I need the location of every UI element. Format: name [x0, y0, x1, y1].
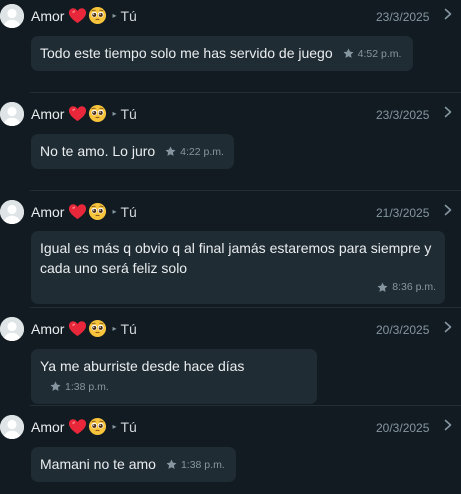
sender-line: Amor ▸ Tú	[31, 202, 137, 221]
message-date: 20/3/2025	[376, 421, 430, 435]
message-header[interactable]: Amor ▸ Tú 23/3/2025	[0, 2, 461, 32]
chevron-right-icon[interactable]	[442, 105, 454, 119]
recipient-name: Tú	[120, 7, 137, 24]
sender-line: Amor ▸ Tú	[31, 6, 137, 25]
starred-message-item[interactable]: Amor ▸ Tú 21/3/2025 Igual es más q obvio q a…	[0, 198, 461, 304]
starred-message-item[interactable]: Amor ▸ Tú 20/3/2025 Mamani no te amo 1:38 p.m…	[0, 413, 461, 494]
sender-line: Amor ▸ Tú	[31, 319, 137, 338]
message-meta: 4:52 p.m.	[343, 44, 402, 64]
starred-message-item[interactable]: Amor ▸ Tú 20/3/2025 Ya me aburriste desde ha…	[0, 315, 461, 405]
message-text: No te amo. Lo juro	[40, 143, 156, 159]
star-icon	[343, 48, 358, 59]
sender-line: Amor ▸ Tú	[31, 417, 137, 436]
message-divider	[30, 190, 461, 191]
message-divider	[30, 405, 461, 406]
play-arrow-icon: ▸	[112, 207, 117, 216]
message-date: 23/3/2025	[376, 108, 430, 122]
message-date: 21/3/2025	[376, 206, 430, 220]
starred-message-item[interactable]: Amor ▸ Tú 23/3/2025 No te amo. Lo juro 4:22 p…	[0, 100, 461, 190]
message-header[interactable]: Amor ▸ Tú 23/3/2025	[0, 100, 461, 130]
avatar	[0, 4, 24, 28]
star-icon	[50, 381, 65, 392]
star-icon	[165, 146, 180, 157]
message-header[interactable]: Amor ▸ Tú 20/3/2025	[0, 315, 461, 345]
recipient-name: Tú	[120, 320, 137, 337]
message-meta: 8:36 p.m.	[40, 277, 436, 297]
pleading-face-emoji	[88, 319, 107, 338]
recipient-name: Tú	[120, 203, 137, 220]
sender-name: Amor	[31, 418, 65, 435]
message-header[interactable]: Amor ▸ Tú 21/3/2025	[0, 198, 461, 228]
play-arrow-icon: ▸	[112, 109, 117, 118]
message-divider	[30, 307, 461, 308]
message-divider	[30, 92, 461, 93]
avatar	[0, 415, 24, 439]
avatar	[0, 102, 24, 126]
sender-name: Amor	[31, 105, 65, 122]
chevron-right-icon[interactable]	[442, 320, 454, 334]
starred-messages-list: Amor ▸ Tú 23/3/2025 Todo este tiempo solo me…	[0, 0, 461, 494]
sender-name: Amor	[31, 203, 65, 220]
sender-name: Amor	[31, 320, 65, 337]
play-arrow-icon: ▸	[112, 324, 117, 333]
sender-name: Amor	[31, 7, 65, 24]
sender-line: Amor ▸ Tú	[31, 104, 137, 123]
recipient-name: Tú	[120, 105, 137, 122]
heart-emoji	[68, 202, 87, 221]
message-text: Ya me aburriste desde hace días	[40, 358, 245, 374]
message-bubble[interactable]: No te amo. Lo juro 4:22 p.m.	[31, 134, 234, 169]
play-arrow-icon: ▸	[112, 422, 117, 431]
star-icon	[166, 459, 181, 470]
chevron-right-icon[interactable]	[442, 418, 454, 432]
message-text: Todo este tiempo solo me has servido de …	[40, 45, 333, 61]
heart-emoji	[68, 319, 87, 338]
message-time: 1:38 p.m.	[180, 458, 225, 471]
message-bubble[interactable]: Mamani no te amo 1:38 p.m.	[31, 447, 236, 482]
pleading-face-emoji	[88, 417, 107, 436]
message-meta: 1:38 p.m.	[50, 377, 109, 397]
pleading-face-emoji	[88, 202, 107, 221]
message-text: Mamani no te amo	[40, 456, 156, 472]
message-time: 4:22 p.m.	[180, 145, 224, 158]
message-bubble[interactable]: Igual es más q obvio q al final jamás es…	[31, 231, 445, 304]
message-meta: 1:38 p.m.	[166, 455, 225, 475]
chevron-right-icon[interactable]	[442, 203, 454, 217]
heart-emoji	[68, 6, 87, 25]
message-bubble[interactable]: Ya me aburriste desde hace días 1:38 p.m.	[31, 349, 317, 404]
starred-message-item[interactable]: Amor ▸ Tú 23/3/2025 Todo este tiempo solo me…	[0, 2, 461, 92]
message-bubble[interactable]: Todo este tiempo solo me has servido de …	[31, 36, 413, 71]
recipient-name: Tú	[120, 418, 137, 435]
message-time: 8:36 p.m.	[392, 281, 436, 293]
message-meta: 4:22 p.m.	[165, 142, 224, 162]
heart-emoji	[68, 104, 87, 123]
pleading-face-emoji	[88, 104, 107, 123]
message-time: 4:52 p.m.	[357, 47, 402, 60]
message-header[interactable]: Amor ▸ Tú 20/3/2025	[0, 413, 461, 443]
play-arrow-icon: ▸	[112, 11, 117, 20]
pleading-face-emoji	[88, 6, 107, 25]
star-icon	[377, 282, 392, 293]
heart-emoji	[68, 417, 87, 436]
message-time: 1:38 p.m.	[65, 380, 109, 393]
avatar	[0, 200, 24, 224]
chevron-right-icon[interactable]	[442, 7, 454, 21]
message-text: Igual es más q obvio q al final jamás es…	[40, 240, 432, 276]
avatar	[0, 317, 24, 341]
message-date: 23/3/2025	[376, 10, 430, 24]
message-date: 20/3/2025	[376, 323, 430, 337]
